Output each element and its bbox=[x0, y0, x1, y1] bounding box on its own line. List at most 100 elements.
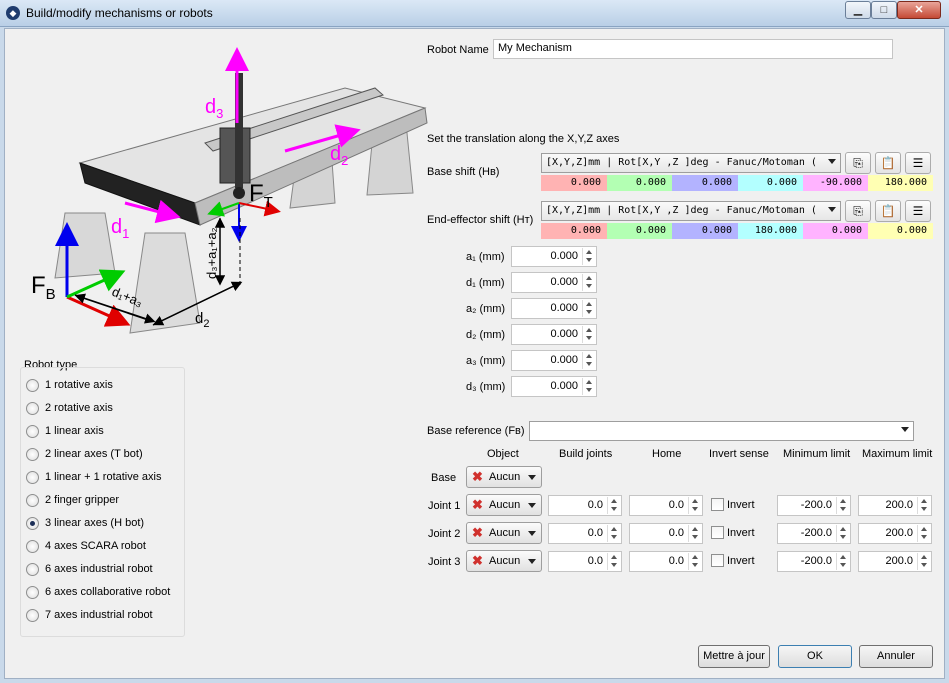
joint-max-spinbox[interactable]: 200.0 bbox=[858, 551, 932, 572]
base-shift-value-cell[interactable]: 0.000 bbox=[738, 175, 803, 191]
update-button[interactable]: Mettre à jour bbox=[698, 645, 770, 668]
tool-shift-value-cell[interactable]: 0.000 bbox=[672, 223, 738, 239]
param-spinbox[interactable]: 0.000 bbox=[511, 298, 597, 319]
robot-type-radio[interactable] bbox=[26, 609, 39, 622]
joint-build-spinbox[interactable]: 0.0 bbox=[548, 495, 622, 516]
base-object-button[interactable]: ✖ Aucun bbox=[466, 466, 542, 488]
joint-min-spinbox[interactable]: -200.0 bbox=[777, 523, 851, 544]
spin-arrows-icon[interactable] bbox=[582, 378, 595, 395]
robot-type-radio[interactable] bbox=[26, 586, 39, 599]
spin-arrows-icon[interactable] bbox=[917, 553, 930, 570]
robot-type-option-label[interactable]: 7 axes industrial robot bbox=[45, 609, 153, 621]
minimize-button[interactable]: ▁ bbox=[845, 1, 871, 19]
spin-arrows-icon[interactable] bbox=[836, 553, 849, 570]
robot-type-option-label[interactable]: 4 axes SCARA robot bbox=[45, 540, 146, 552]
dialog-body: d3 d2 d1 FT FB d₃+a₁+a₂ d₁+a₃ d2 Robot t… bbox=[4, 28, 945, 679]
robot-type-option-label[interactable]: 6 axes collaborative robot bbox=[45, 586, 170, 598]
param-label: a₃ (mm) bbox=[466, 355, 506, 367]
header-home: Home bbox=[652, 448, 682, 460]
tool-shift-value-cell[interactable]: 180.000 bbox=[738, 223, 803, 239]
tool-shift-value-cell[interactable]: 0.000 bbox=[803, 223, 868, 239]
joint-max-spinbox[interactable]: 200.0 bbox=[858, 523, 932, 544]
close-button[interactable]: ✕ bbox=[897, 1, 941, 19]
spin-arrows-icon[interactable] bbox=[917, 497, 930, 514]
robot-type-radio[interactable] bbox=[26, 425, 39, 438]
robot-type-radio[interactable] bbox=[26, 379, 39, 392]
robot-type-radio[interactable] bbox=[26, 448, 39, 461]
robot-type-option-label[interactable]: 3 linear axes (H bot) bbox=[45, 517, 144, 529]
spin-arrows-icon[interactable] bbox=[836, 525, 849, 542]
tool-shift-value-cell[interactable]: 0.000 bbox=[607, 223, 672, 239]
paste-icon[interactable]: 📋 bbox=[875, 152, 901, 174]
menu-icon[interactable]: ☰ bbox=[905, 152, 931, 174]
maximize-button[interactable]: □ bbox=[871, 1, 897, 19]
spin-arrows-icon[interactable] bbox=[688, 525, 701, 542]
joint-build-spinbox[interactable]: 0.0 bbox=[548, 551, 622, 572]
param-spinbox[interactable]: 0.000 bbox=[511, 272, 597, 293]
base-shift-value-cell[interactable]: -90.000 bbox=[803, 175, 868, 191]
joint-object-button[interactable]: ✖ Aucun bbox=[466, 494, 542, 516]
cancel-button[interactable]: Annuler bbox=[859, 645, 933, 668]
robot-name-input[interactable]: My Mechanism bbox=[493, 39, 893, 59]
base-shift-value-cell[interactable]: 180.000 bbox=[868, 175, 933, 191]
spin-arrows-icon[interactable] bbox=[607, 525, 620, 542]
spin-arrows-icon[interactable] bbox=[917, 525, 930, 542]
invert-label[interactable]: Invert bbox=[727, 499, 755, 511]
robot-type-option-label[interactable]: 1 rotative axis bbox=[45, 379, 113, 391]
robot-type-radio[interactable] bbox=[26, 563, 39, 576]
joint-build-spinbox[interactable]: 0.0 bbox=[548, 523, 622, 544]
robot-type-radio[interactable] bbox=[26, 494, 39, 507]
paste-icon[interactable]: 📋 bbox=[875, 200, 901, 222]
invert-checkbox[interactable] bbox=[711, 526, 724, 539]
joint-max-spinbox[interactable]: 200.0 bbox=[858, 495, 932, 516]
invert-checkbox[interactable] bbox=[711, 498, 724, 511]
robot-type-option-label[interactable]: 2 linear axes (T bot) bbox=[45, 448, 143, 460]
joint-min-spinbox[interactable]: -200.0 bbox=[777, 551, 851, 572]
base-shift-value-cell[interactable]: 0.000 bbox=[541, 175, 607, 191]
param-spinbox[interactable]: 0.000 bbox=[511, 324, 597, 345]
param-label: a₁ (mm) bbox=[466, 251, 505, 263]
robot-type-option-label[interactable]: 2 rotative axis bbox=[45, 402, 113, 414]
robot-type-option-label[interactable]: 1 linear + 1 rotative axis bbox=[45, 471, 161, 483]
spin-arrows-icon[interactable] bbox=[582, 248, 595, 265]
spin-arrows-icon[interactable] bbox=[688, 553, 701, 570]
spin-arrows-icon[interactable] bbox=[688, 497, 701, 514]
tool-shift-value-cell[interactable]: 0.000 bbox=[541, 223, 607, 239]
joint-home-spinbox[interactable]: 0.0 bbox=[629, 523, 703, 544]
robot-type-option-label[interactable]: 2 finger gripper bbox=[45, 494, 119, 506]
joint-home-spinbox[interactable]: 0.0 bbox=[629, 551, 703, 572]
spin-arrows-icon[interactable] bbox=[607, 497, 620, 514]
spin-arrows-icon[interactable] bbox=[607, 553, 620, 570]
tool-shift-format-select[interactable]: [X,Y,Z]mm | Rot[X,Y ,Z ]deg - Fanuc/Moto… bbox=[541, 201, 841, 221]
joint-home-spinbox[interactable]: 0.0 bbox=[629, 495, 703, 516]
robot-type-option-label[interactable]: 6 axes industrial robot bbox=[45, 563, 153, 575]
base-shift-value-cell[interactable]: 0.000 bbox=[607, 175, 672, 191]
robot-type-radio[interactable] bbox=[26, 471, 39, 484]
spin-arrows-icon[interactable] bbox=[582, 300, 595, 317]
robot-type-option-label[interactable]: 1 linear axis bbox=[45, 425, 104, 437]
base-shift-value-cell[interactable]: 0.000 bbox=[672, 175, 738, 191]
joint-object-button[interactable]: ✖ Aucun bbox=[466, 550, 542, 572]
copy-icon[interactable]: ⎘ bbox=[845, 152, 871, 174]
menu-icon[interactable]: ☰ bbox=[905, 200, 931, 222]
param-spinbox[interactable]: 0.000 bbox=[511, 350, 597, 371]
robot-type-radio[interactable] bbox=[26, 402, 39, 415]
invert-checkbox[interactable] bbox=[711, 554, 724, 567]
base-shift-format-select[interactable]: [X,Y,Z]mm | Rot[X,Y ,Z ]deg - Fanuc/Moto… bbox=[541, 153, 841, 173]
spin-arrows-icon[interactable] bbox=[582, 326, 595, 343]
joint-min-spinbox[interactable]: -200.0 bbox=[777, 495, 851, 516]
spin-arrows-icon[interactable] bbox=[582, 274, 595, 291]
param-spinbox[interactable]: 0.000 bbox=[511, 246, 597, 267]
invert-label[interactable]: Invert bbox=[727, 527, 755, 539]
joint-object-button[interactable]: ✖ Aucun bbox=[466, 522, 542, 544]
robot-type-radio[interactable] bbox=[26, 517, 39, 530]
invert-label[interactable]: Invert bbox=[727, 555, 755, 567]
tool-shift-value-cell[interactable]: 0.000 bbox=[868, 223, 933, 239]
spin-arrows-icon[interactable] bbox=[582, 352, 595, 369]
ok-button[interactable]: OK bbox=[778, 645, 852, 668]
base-reference-select[interactable] bbox=[529, 421, 914, 441]
robot-type-radio[interactable] bbox=[26, 540, 39, 553]
copy-icon[interactable]: ⎘ bbox=[845, 200, 871, 222]
spin-arrows-icon[interactable] bbox=[836, 497, 849, 514]
param-spinbox[interactable]: 0.000 bbox=[511, 376, 597, 397]
